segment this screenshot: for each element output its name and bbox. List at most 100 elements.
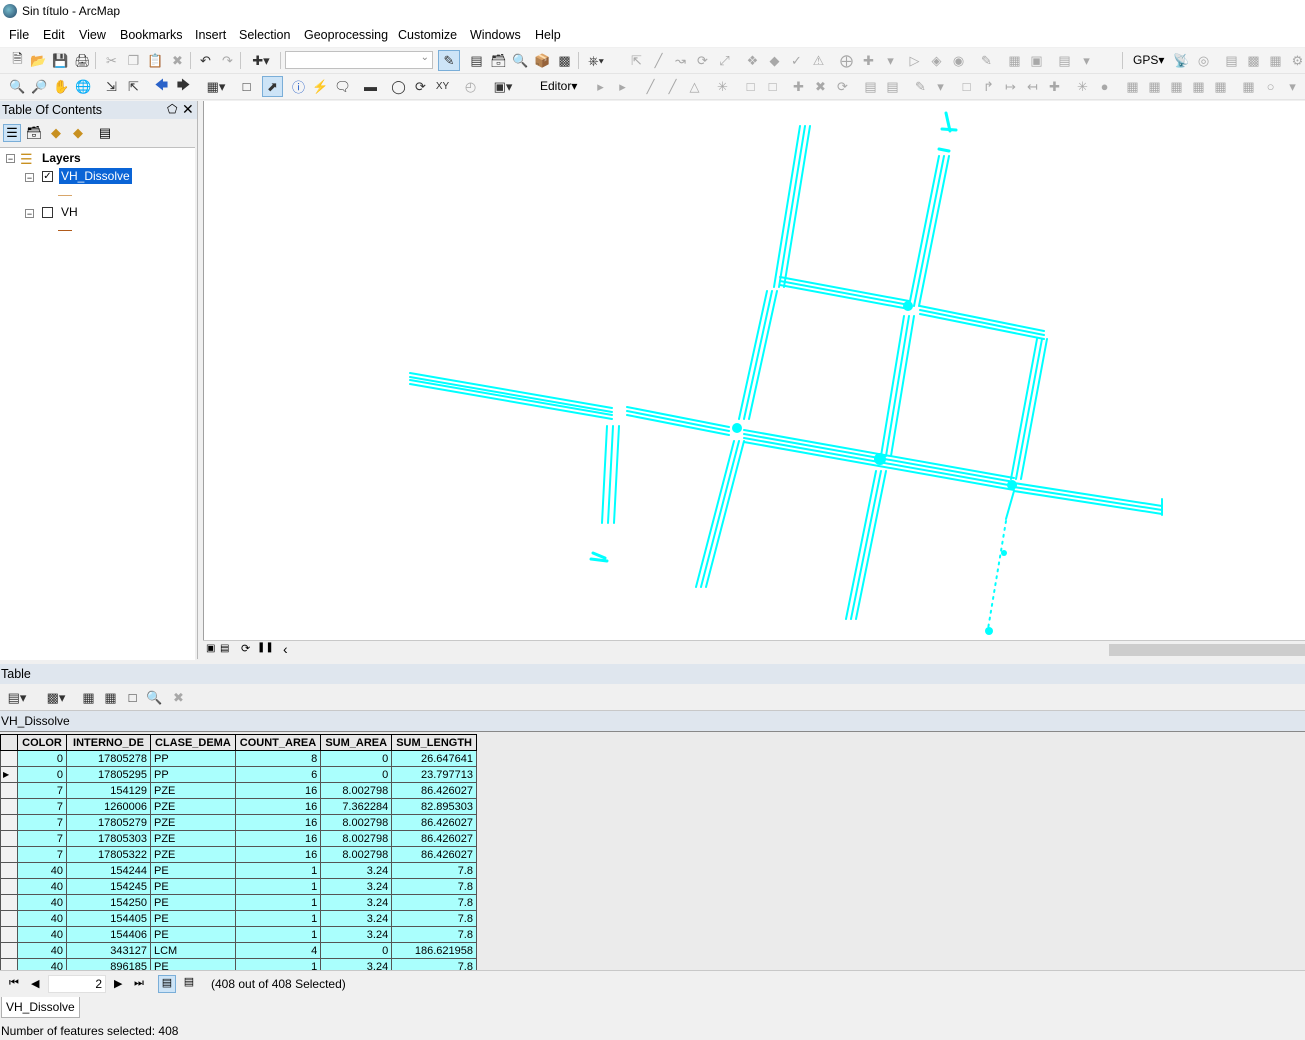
- table-row[interactable]: ▶ 0 17805295 PP 6 0 23.797713: [0, 766, 477, 783]
- new-document-icon[interactable]: 🗎: [9, 51, 26, 69]
- cell-interno-de[interactable]: 343127: [66, 942, 151, 959]
- trace-icon[interactable]: ↝: [672, 52, 689, 69]
- list-by-visibility-icon[interactable]: ◆: [47, 124, 65, 142]
- cell-clase-dema[interactable]: PE: [150, 878, 236, 895]
- editor-toolbar-toggle-icon[interactable]: ✎: [438, 50, 460, 71]
- cell-count-area[interactable]: 1: [234, 878, 322, 895]
- toolbar-options-icon[interactable]: ▾: [882, 52, 899, 69]
- forward-arrow-icon[interactable]: 🡆: [175, 77, 192, 95]
- cell-color[interactable]: 40: [17, 910, 67, 927]
- table-row[interactable]: 40 154245 PE 1 3.24 7.8: [0, 878, 477, 895]
- menu-edit[interactable]: Edit: [43, 28, 65, 42]
- cell-sum-area[interactable]: 3.24: [320, 958, 393, 970]
- pause-drawing-icon[interactable]: ❚❚: [257, 642, 274, 653]
- data-view-icon[interactable]: ▣: [206, 643, 215, 654]
- topology-errors-icon[interactable]: ⚠: [810, 52, 827, 69]
- delete-selected-icon[interactable]: ✖: [170, 689, 187, 706]
- find-binoculars-icon[interactable]: ◯: [390, 78, 407, 95]
- cut-polygons-icon[interactable]: ✚: [790, 78, 807, 95]
- row-selector[interactable]: ▶: [0, 766, 18, 783]
- menu-bookmarks[interactable]: Bookmarks: [120, 28, 183, 42]
- toolbar-options-icon[interactable]: ▾: [1078, 52, 1095, 69]
- row-selector[interactable]: [0, 830, 18, 847]
- list-by-selection-icon[interactable]: ◆: [69, 124, 87, 142]
- show-all-records-icon[interactable]: ▤: [158, 975, 176, 993]
- show-selected-records-icon[interactable]: ▤: [180, 975, 198, 993]
- road-feature[interactable]: [601, 425, 620, 524]
- cell-clase-dema[interactable]: PE: [150, 910, 236, 927]
- open-folder-icon[interactable]: 📂: [30, 52, 47, 69]
- row-selector[interactable]: [0, 958, 18, 970]
- rubbersheet-icon[interactable]: ▦: [1146, 78, 1163, 95]
- georeference-icon[interactable]: ⨁: [838, 52, 855, 69]
- attribute-transfer-icon[interactable]: ▦: [1190, 78, 1207, 95]
- menu-file[interactable]: File: [9, 28, 29, 42]
- find-route-icon[interactable]: ⟳: [412, 78, 429, 95]
- cell-sum-length[interactable]: 86.426027: [391, 814, 477, 831]
- table-row[interactable]: 0 17805278 PP 8 0 26.647641: [0, 750, 477, 767]
- cell-sum-area[interactable]: 3.24: [320, 862, 393, 879]
- cell-sum-length[interactable]: 86.426027: [391, 782, 477, 799]
- delete-icon[interactable]: ✖: [169, 52, 186, 69]
- cell-sum-length[interactable]: 7.8: [391, 926, 477, 943]
- save-icon[interactable]: 💾: [52, 52, 69, 69]
- list-by-drawing-order-icon[interactable]: ☰: [3, 124, 21, 142]
- export-icon[interactable]: ▣: [1028, 52, 1045, 69]
- row-selector[interactable]: [0, 942, 18, 959]
- table-row[interactable]: 40 154405 PE 1 3.24 7.8: [0, 910, 477, 927]
- row-selector[interactable]: [0, 910, 18, 927]
- road-feature[interactable]: [987, 520, 1007, 630]
- cell-clase-dema[interactable]: PE: [150, 862, 236, 879]
- cell-color[interactable]: 7: [17, 830, 67, 847]
- cell-sum-area[interactable]: 0: [320, 766, 393, 783]
- row-selector[interactable]: [0, 750, 18, 767]
- row-selector[interactable]: [0, 926, 18, 943]
- toolbar-options-icon[interactable]: ▾: [1284, 78, 1301, 95]
- end-point-arc-icon[interactable]: ╱: [664, 78, 681, 95]
- parcel-icon[interactable]: ▦: [1240, 78, 1257, 95]
- reshape-feature-icon[interactable]: □: [764, 78, 781, 95]
- column-header-sum-area[interactable]: SUM_AREA: [320, 734, 393, 751]
- cell-color[interactable]: 40: [17, 878, 67, 895]
- cell-color[interactable]: 40: [17, 894, 67, 911]
- cell-clase-dema[interactable]: PP: [150, 750, 236, 767]
- cell-clase-dema[interactable]: PZE: [150, 782, 236, 799]
- clear-selection-icon[interactable]: □: [124, 689, 141, 706]
- cell-interno-de[interactable]: 154250: [66, 894, 151, 911]
- table-row[interactable]: 7 154129 PZE 16 8.002798 86.426027: [0, 782, 477, 799]
- cell-interno-de[interactable]: 17805279: [66, 814, 151, 831]
- time-slider-icon[interactable]: ◴: [462, 78, 479, 95]
- collapse-layer-icon[interactable]: −: [25, 209, 34, 219]
- menu-customize[interactable]: Customize: [398, 28, 457, 42]
- menu-windows[interactable]: Windows: [470, 28, 521, 42]
- cell-sum-area[interactable]: 8.002798: [320, 814, 393, 831]
- next-record-icon[interactable]: ▶: [114, 977, 122, 990]
- related-tables-icon[interactable]: ▩▾: [42, 689, 70, 706]
- cut-icon[interactable]: ✂: [103, 52, 120, 69]
- edge-match-icon[interactable]: ▦: [1168, 78, 1185, 95]
- cell-interno-de[interactable]: 154245: [66, 878, 151, 895]
- gps-connect-icon[interactable]: 📡: [1173, 52, 1190, 69]
- catalog-window-icon[interactable]: 🗃: [490, 52, 507, 69]
- cell-interno-de[interactable]: 154244: [66, 862, 151, 879]
- graph-icon[interactable]: ▤: [1056, 52, 1073, 69]
- map-view[interactable]: [203, 101, 1305, 640]
- cell-clase-dema[interactable]: LCM: [150, 942, 236, 959]
- collapse-layer-icon[interactable]: −: [25, 173, 34, 183]
- row-selector[interactable]: [0, 878, 18, 895]
- row-selector[interactable]: [0, 862, 18, 879]
- cell-count-area[interactable]: 16: [234, 814, 322, 831]
- redo-icon[interactable]: ↷: [219, 52, 236, 69]
- scale-icon[interactable]: ⤢: [716, 52, 733, 69]
- row-selector-header[interactable]: [0, 734, 18, 751]
- cell-clase-dema[interactable]: PZE: [150, 830, 236, 847]
- edit-tool-icon[interactable]: ▸: [592, 78, 609, 95]
- map-scale-combobox[interactable]: ⌄: [285, 51, 433, 69]
- topology-validate-icon[interactable]: ✓: [788, 52, 805, 69]
- arctoolbox-icon[interactable]: 📦: [534, 52, 551, 69]
- row-selector[interactable]: [0, 894, 18, 911]
- cell-color[interactable]: 40: [17, 942, 67, 959]
- cell-count-area[interactable]: 8: [234, 750, 322, 767]
- column-header-clase-dema[interactable]: CLASE_DEMA: [150, 734, 236, 751]
- layout-icon[interactable]: ▦: [1006, 52, 1023, 69]
